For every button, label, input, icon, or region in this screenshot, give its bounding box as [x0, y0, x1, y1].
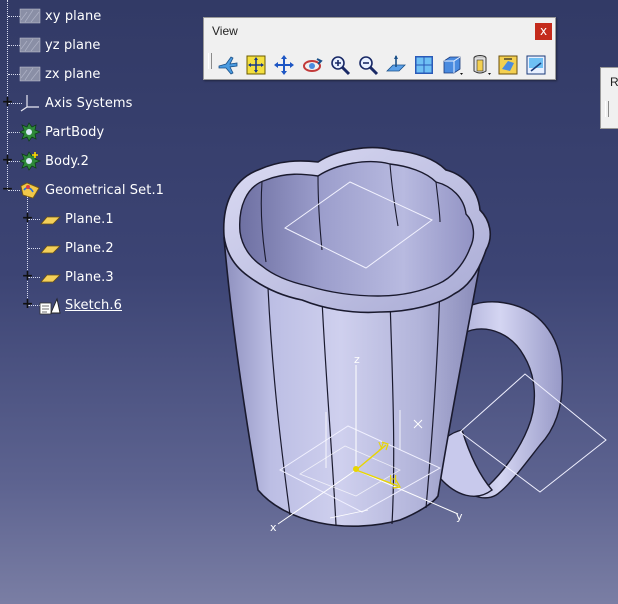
plane-feature-icon	[39, 209, 61, 229]
toolbar-grip[interactable]	[208, 53, 212, 69]
view-toolbar-title: View	[212, 24, 238, 38]
rotate-icon[interactable]	[300, 53, 324, 77]
hide-show-icon[interactable]	[496, 53, 520, 77]
pan-icon[interactable]	[272, 53, 296, 77]
tree-item-zx-plane[interactable]: zx plane	[19, 63, 101, 85]
tree-item-label: xy plane	[45, 8, 102, 24]
plane-icon	[19, 35, 41, 55]
expand-toggle[interactable]: +	[21, 297, 34, 311]
axis-label-x: x	[270, 521, 277, 534]
close-button[interactable]: x	[535, 23, 552, 40]
tree-item-label: Geometrical Set.1	[45, 182, 165, 198]
tree-item-label: PartBody	[45, 124, 105, 140]
body-icon	[19, 151, 42, 171]
tree-item-label: Plane.2	[65, 240, 114, 256]
view-mode-icon[interactable]	[468, 53, 492, 77]
origin-point[interactable]	[353, 466, 359, 472]
tree-item-axis-systems[interactable]: Axis Systems	[19, 92, 133, 114]
tree-item-label: Plane.3	[65, 269, 114, 285]
fit-all-in-icon[interactable]	[244, 53, 268, 77]
expand-toggle[interactable]: +	[1, 153, 14, 167]
expand-toggle[interactable]: +	[21, 269, 34, 283]
tree-item-yz-plane[interactable]: yz plane	[19, 34, 101, 56]
tree-item-partbody[interactable]: PartBody	[19, 121, 104, 143]
tree-item-label: Body.2	[45, 153, 89, 169]
tree-item-label: yz plane	[45, 37, 101, 53]
collapse-toggle[interactable]: −	[1, 182, 14, 196]
part-body-icon	[19, 122, 42, 142]
sketch-icon	[39, 295, 61, 315]
axis-label-y-compass: y	[378, 438, 385, 451]
axis-system-icon	[19, 93, 41, 113]
expand-toggle[interactable]: +	[21, 211, 34, 225]
tree-item-plane-1[interactable]: Plane.1	[39, 208, 114, 230]
zoom-out-icon[interactable]	[356, 53, 380, 77]
expand-toggle[interactable]: +	[1, 95, 14, 109]
fly-mode-icon[interactable]	[216, 53, 240, 77]
secondary-toolbar-title: Re	[610, 75, 618, 89]
geometrical-set-icon	[19, 180, 41, 200]
zoom-in-icon[interactable]	[328, 53, 352, 77]
tree-item-body-2[interactable]: Body.2	[19, 150, 89, 172]
mug-solid[interactable]	[222, 146, 563, 527]
multi-view-icon[interactable]	[412, 53, 436, 77]
tree-item-plane-2[interactable]: Plane.2	[39, 237, 114, 259]
plane-icon	[19, 64, 41, 84]
plane-feature-icon	[39, 267, 61, 287]
tree-item-label: Plane.1	[65, 211, 114, 227]
specification-tree: xy plane yz plane zx plane + Axis System…	[0, 0, 200, 330]
quick-view-icon[interactable]	[440, 53, 464, 77]
view-toolbar[interactable]: View x	[203, 17, 556, 80]
tree-item-label: Axis Systems	[45, 95, 133, 111]
normal-view-icon[interactable]	[384, 53, 408, 77]
tree-item-xy-plane[interactable]: xy plane	[19, 5, 101, 27]
tree-item-label: zx plane	[45, 66, 101, 82]
axis-label-y: y	[456, 510, 463, 523]
axis-label-z: z	[354, 353, 360, 366]
axis-label-h: H	[389, 473, 397, 486]
tree-item-sketch-6[interactable]: Sketch.6	[39, 294, 122, 316]
tree-item-plane-3[interactable]: Plane.3	[39, 266, 114, 288]
secondary-toolbar[interactable]: Re	[600, 67, 618, 129]
tree-item-label: Sketch.6	[65, 297, 123, 313]
toolbar-grip[interactable]	[605, 101, 609, 117]
tree-item-geometrical-set-1[interactable]: Geometrical Set.1	[19, 179, 164, 201]
swap-visible-space-icon[interactable]	[524, 53, 548, 77]
plane-icon	[19, 6, 41, 26]
plane-feature-icon	[39, 238, 61, 258]
